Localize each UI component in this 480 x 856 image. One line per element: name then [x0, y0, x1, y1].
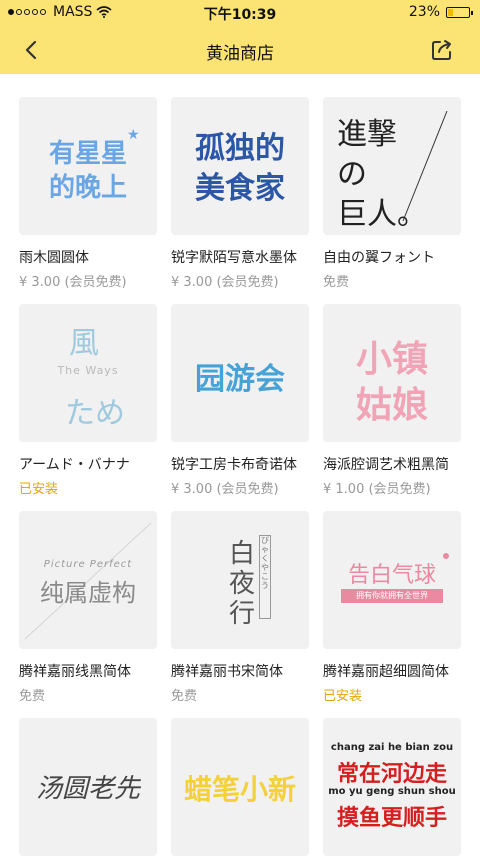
- font-price: 已安装: [19, 482, 59, 497]
- preview-line: 汤圆老先: [35, 774, 140, 804]
- font-card[interactable]: chang zai he bian zou 常在河边走 mo yu geng s…: [323, 718, 461, 856]
- preview-line: びゃくやこう: [259, 535, 271, 619]
- font-preview[interactable]: 白夜行 びゃくやこう: [171, 511, 309, 649]
- font-name: 海派腔调艺术粗黑简: [323, 457, 449, 473]
- preview-line: 姑娘: [355, 385, 428, 426]
- font-card[interactable]: 有星星 的晚上 ★ 雨木圆圆体 ¥ 3.00 (会员免费): [19, 97, 157, 290]
- font-name: 锐字工房卡布奇诺体: [171, 457, 297, 473]
- font-price: 已安装: [323, 689, 363, 704]
- font-card[interactable]: 風 The Ways ため アームド・バナナ 已安装: [19, 304, 157, 497]
- font-name: 腾祥嘉丽超细圆简体: [323, 664, 449, 680]
- font-preview[interactable]: 孤独的 美食家: [171, 97, 309, 235]
- font-preview[interactable]: 有星星 的晚上 ★: [19, 97, 157, 235]
- battery-icon: [446, 6, 473, 18]
- font-card[interactable]: 進撃 の 巨人。 自由の翼フォント 免费: [323, 97, 461, 290]
- battery-percent: 23%: [408, 4, 440, 20]
- preview-line: 進撃: [337, 117, 397, 152]
- font-card[interactable]: 小镇 姑娘 海派腔调艺术粗黑简 ¥ 1.00 (会员免费): [323, 304, 461, 497]
- navigation-bar: 黄油商店: [0, 26, 480, 74]
- preview-line: 告白气球: [347, 563, 436, 588]
- preview-line: 的晚上: [48, 173, 127, 203]
- preview-line: The Ways: [57, 364, 119, 377]
- preview-line: 孤独的: [195, 131, 285, 166]
- font-card[interactable]: 孤独的 美食家 锐字默陌写意水墨体 ¥ 3.00 (会员免费): [171, 97, 309, 290]
- font-preview[interactable]: Picture Perfect 纯属虚构: [19, 511, 157, 649]
- preview-line: 小镇: [355, 339, 428, 380]
- preview-line: 摸鱼更顺手: [336, 806, 447, 831]
- font-preview[interactable]: 告白气球 拥有你就拥有全世界: [323, 511, 461, 649]
- preview-line: 拥有你就拥有全世界: [341, 589, 443, 603]
- font-name: 腾祥嘉丽书宋简体: [171, 664, 283, 680]
- font-card[interactable]: Picture Perfect 纯属虚构 腾祥嘉丽线黑简体 免费: [19, 511, 157, 704]
- font-preview[interactable]: 小镇 姑娘: [323, 304, 461, 442]
- font-price: 免费: [19, 689, 46, 704]
- preview-line: 風: [69, 326, 99, 361]
- status-bar: MASS 下午10:39 23%: [0, 0, 480, 26]
- preview-line: の: [337, 157, 367, 192]
- preview-line: 常在河边走: [336, 762, 447, 787]
- preview-line: chang zai he bian zou: [330, 742, 454, 753]
- font-price: 免费: [323, 275, 350, 290]
- font-preview[interactable]: chang zai he bian zou 常在河边走 mo yu geng s…: [323, 718, 461, 856]
- page-title: 黄油商店: [206, 44, 274, 64]
- preview-line: 白夜行: [228, 539, 255, 629]
- font-preview[interactable]: 汤圆老先: [19, 718, 157, 856]
- preview-line: 美食家: [195, 171, 285, 206]
- font-price: ¥ 3.00 (会员免费): [171, 275, 279, 290]
- font-preview[interactable]: 蜡笔小新: [171, 718, 309, 856]
- preview-line: 巨人。: [337, 197, 427, 232]
- font-card[interactable]: 白夜行 びゃくやこう 腾祥嘉丽书宋简体 免费: [171, 511, 309, 704]
- preview-line: 园游会: [195, 362, 285, 397]
- preview-line: 纯属虚构: [40, 579, 136, 607]
- font-card[interactable]: 汤圆老先: [19, 718, 157, 856]
- font-price: ¥ 3.00 (会员免费): [171, 482, 279, 497]
- font-name: 锐字默陌写意水墨体: [171, 250, 297, 266]
- star-icon: ★: [127, 127, 140, 143]
- font-card[interactable]: 告白气球 拥有你就拥有全世界 腾祥嘉丽超细圆简体 已安装: [323, 511, 461, 704]
- share-icon[interactable]: [430, 38, 454, 62]
- status-right: 23%: [408, 4, 473, 20]
- preview-line: mo yu geng shun shou: [328, 786, 456, 797]
- font-name: 腾祥嘉丽线黑简体: [19, 664, 131, 680]
- font-price: ¥ 3.00 (会员免费): [19, 275, 127, 290]
- preview-line: ため: [65, 396, 125, 431]
- font-preview[interactable]: 進撃 の 巨人。: [323, 97, 461, 235]
- preview-line: Picture Perfect: [43, 559, 133, 570]
- font-name: 雨木圆圆体: [19, 250, 89, 266]
- preview-line: 蜡笔小新: [183, 773, 296, 806]
- font-name: アームド・バナナ: [19, 457, 130, 473]
- font-preview[interactable]: 風 The Ways ため: [19, 304, 157, 442]
- font-name: 自由の翼フォント: [323, 250, 435, 266]
- font-price: 免费: [171, 689, 198, 704]
- font-preview[interactable]: 园游会: [171, 304, 309, 442]
- font-price: ¥ 1.00 (会员免费): [323, 482, 431, 497]
- font-card[interactable]: 蜡笔小新: [171, 718, 309, 856]
- font-card[interactable]: 园游会 锐字工房卡布奇诺体 ¥ 3.00 (会员免费): [171, 304, 309, 497]
